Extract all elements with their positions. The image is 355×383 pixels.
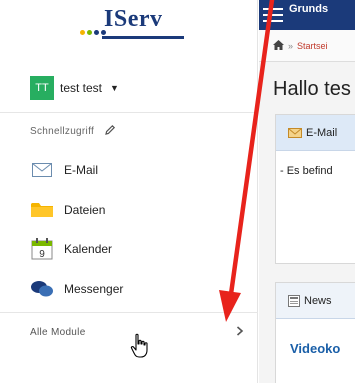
hand-cursor-icon	[130, 333, 148, 358]
annotation-arrow-icon	[219, 0, 275, 322]
